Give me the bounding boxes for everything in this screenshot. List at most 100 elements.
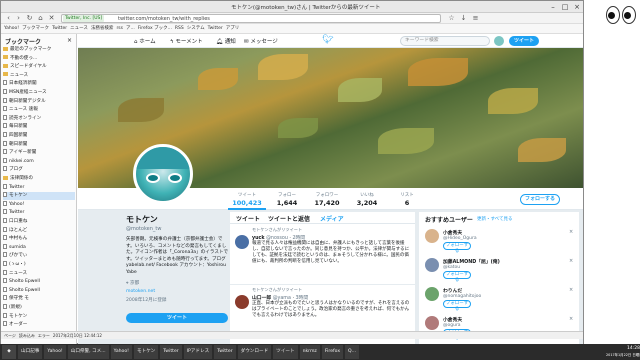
forward-icon[interactable]: › bbox=[14, 14, 23, 23]
dismiss-icon[interactable]: × bbox=[569, 287, 573, 293]
download-icon[interactable]: ↓ bbox=[459, 14, 468, 23]
sidebar-row[interactable]: 読売オンライン bbox=[3, 114, 75, 123]
sidebar-row[interactable]: ニュース bbox=[3, 269, 75, 278]
suggestion-avatar[interactable] bbox=[425, 316, 439, 330]
sidebar-row[interactable]: 四国新聞 bbox=[3, 132, 75, 140]
bookmark-item[interactable]: システム bbox=[187, 25, 205, 32]
profile-handle[interactable]: @motoken_tw bbox=[126, 226, 231, 232]
nav-notifications[interactable]: 🔔︎ 通知 bbox=[216, 37, 236, 45]
stat-2[interactable]: フォロワー 17,420 bbox=[308, 191, 346, 207]
stat-1[interactable]: フォロー 1,644 bbox=[268, 191, 306, 207]
taskbar-clock[interactable]: 14:28 2017年1月22日 日曜日 bbox=[606, 346, 640, 358]
bookmark-item[interactable]: rss bbox=[116, 25, 123, 32]
site-identity-badge[interactable]: Twitter, Inc. [US] bbox=[63, 15, 105, 22]
bookmark-item[interactable]: ニュース bbox=[70, 25, 88, 32]
sidebar-row[interactable]: スピードダイヤル bbox=[3, 63, 75, 71]
profile-avatar[interactable] bbox=[133, 144, 193, 204]
taskbar-item[interactable]: Yahoo! bbox=[44, 345, 66, 359]
who-to-follow-refresh[interactable]: 更新・すべて見る bbox=[477, 216, 513, 222]
taskbar-item[interactable]: ツイート bbox=[273, 345, 298, 359]
bookmark-item[interactable]: Firefox ブック... bbox=[138, 25, 172, 32]
sidebar-row[interactable]: ほとんど bbox=[3, 226, 75, 235]
stop-icon[interactable]: ✕ bbox=[47, 14, 56, 23]
tweet-item[interactable]: モトケンさんがリツイート yuck @nossou · 2時間 報道で見る人々は権益… bbox=[230, 225, 415, 285]
bookmark-item[interactable]: 法務省検索 bbox=[91, 25, 114, 32]
bookmark-item[interactable]: RSS bbox=[175, 25, 184, 32]
taskbar-item[interactable]: 山口県警, コメ... bbox=[67, 345, 109, 359]
taskbar-item[interactable]: 山口記事 bbox=[18, 345, 43, 359]
follow-button[interactable]: フォローする bbox=[520, 194, 560, 205]
nav-moments[interactable]: ϟ モーメント bbox=[170, 37, 203, 45]
bookmark-star-icon[interactable]: ☆ bbox=[447, 14, 456, 23]
bookmark-item[interactable]: アプリ bbox=[226, 25, 240, 32]
tweet-avatar[interactable] bbox=[235, 295, 249, 309]
sidebar-row[interactable]: Twitter bbox=[3, 183, 75, 192]
search-input[interactable]: キーワード検索 bbox=[400, 36, 490, 46]
sidebar-row[interactable]: 中村もん bbox=[3, 235, 75, 243]
taskbar-item[interactable]: Firefox bbox=[321, 345, 344, 359]
tweet-button[interactable]: ツイート bbox=[509, 36, 539, 46]
sidebar-row[interactable]: (ゝω・) bbox=[3, 261, 75, 269]
suggestion-avatar[interactable] bbox=[425, 258, 439, 272]
url-bar[interactable]: twitter.com/motoken_tw/with_replies bbox=[61, 14, 441, 23]
bookmark-item[interactable]: ブックマーク bbox=[22, 25, 49, 32]
sidebar-row[interactable]: モトケン bbox=[3, 312, 75, 321]
sidebar-row[interactable]: 最近のブックマーク bbox=[3, 46, 75, 54]
close-sidebar-icon[interactable]: × bbox=[67, 37, 72, 44]
sidebar-row[interactable]: ブログ bbox=[3, 166, 75, 174]
taskbar-item[interactable]: Q... bbox=[345, 345, 360, 359]
close-icon[interactable]: × bbox=[571, 2, 583, 12]
profile-link[interactable]: motoken.net bbox=[126, 289, 231, 294]
home-icon[interactable]: ⌂ bbox=[36, 14, 45, 23]
sidebar-row[interactable]: 朝日新聞 bbox=[3, 140, 75, 149]
stat-3[interactable]: いいね 3,204 bbox=[348, 191, 386, 207]
avatar-small[interactable] bbox=[494, 36, 504, 46]
start-menu-icon[interactable]: ◆ bbox=[2, 345, 16, 359]
sidebar-row[interactable]: nikkei.com bbox=[3, 157, 75, 166]
sidebar-row[interactable]: アイギー新聞 bbox=[3, 149, 75, 157]
nav-messages[interactable]: ✉ メッセージ bbox=[244, 37, 278, 45]
sidebar-row[interactable]: (新規) bbox=[3, 304, 75, 312]
sidebar-row[interactable]: ニュース bbox=[3, 72, 75, 80]
sidebar-row[interactable]: 口口重ね bbox=[3, 218, 75, 226]
reload-icon[interactable]: ↻ bbox=[25, 14, 34, 23]
sidebar-row[interactable]: ぴかでぃ bbox=[3, 252, 75, 260]
sidebar-row[interactable]: MSN産経ニュース bbox=[3, 89, 75, 97]
stat-0[interactable]: ツイート 100,423 bbox=[228, 191, 266, 210]
sidebar-row[interactable]: モトケン bbox=[3, 192, 75, 200]
stat-4[interactable]: リスト 6 bbox=[388, 191, 426, 207]
taskbar-item[interactable]: Twitter bbox=[214, 345, 236, 359]
sidebar-row[interactable]: オーダー bbox=[3, 321, 75, 329]
sidebar-row[interactable]: Yahoo! bbox=[3, 200, 75, 209]
bookmark-item[interactable]: Twitter bbox=[208, 25, 223, 32]
minimize-icon[interactable]: – bbox=[547, 2, 559, 12]
dismiss-icon[interactable]: × bbox=[569, 229, 573, 235]
menu-icon[interactable]: ≡ bbox=[471, 14, 480, 23]
tab-media[interactable]: メディア bbox=[320, 214, 344, 223]
tab-tweets-replies[interactable]: ツイートと返信 bbox=[268, 214, 310, 223]
bookmark-item[interactable]: Yahoo! bbox=[4, 25, 19, 32]
back-icon[interactable]: ‹ bbox=[4, 14, 13, 23]
taskbar-item[interactable]: Twitter bbox=[160, 345, 182, 359]
suggestion-name[interactable]: わりんだ bbox=[443, 287, 462, 294]
suggestion-follow-button[interactable]: フォローする bbox=[443, 242, 471, 254]
sidebar-row[interactable]: 法律関係の bbox=[3, 175, 75, 183]
suggestion-name[interactable]: 加藤ALMOND「屈」(俺) bbox=[443, 258, 500, 265]
taskbar-item[interactable]: Yahoo! bbox=[110, 345, 133, 359]
suggestion-follow-button[interactable]: フォローする bbox=[443, 300, 471, 312]
suggestion-follow-button[interactable]: フォローする bbox=[443, 271, 471, 283]
suggestion-name[interactable]: 小倉秀夫 bbox=[443, 229, 462, 236]
sidebar-row[interactable]: 日本経済新聞 bbox=[3, 80, 75, 88]
tweet-author[interactable]: 山口一郎 @yama · 3時間 bbox=[252, 294, 308, 301]
taskbar-item[interactable]: モトケン bbox=[134, 345, 159, 359]
sidebar-row[interactable]: sumida bbox=[3, 243, 75, 252]
dismiss-icon[interactable]: × bbox=[569, 316, 573, 322]
nav-home[interactable]: ⌂ ホーム bbox=[134, 37, 156, 45]
tab-tweets[interactable]: ツイート bbox=[236, 214, 260, 223]
tweet-author[interactable]: yuck @nossou · 2時間 bbox=[252, 234, 305, 241]
sidebar-row[interactable]: Twitter bbox=[3, 209, 75, 217]
tweet-avatar[interactable] bbox=[235, 235, 249, 249]
taskbar-item[interactable]: nkrmz bbox=[299, 345, 320, 359]
suggestion-avatar[interactable] bbox=[425, 287, 439, 301]
sidebar-row[interactable]: Sholto Epwell bbox=[3, 278, 75, 286]
